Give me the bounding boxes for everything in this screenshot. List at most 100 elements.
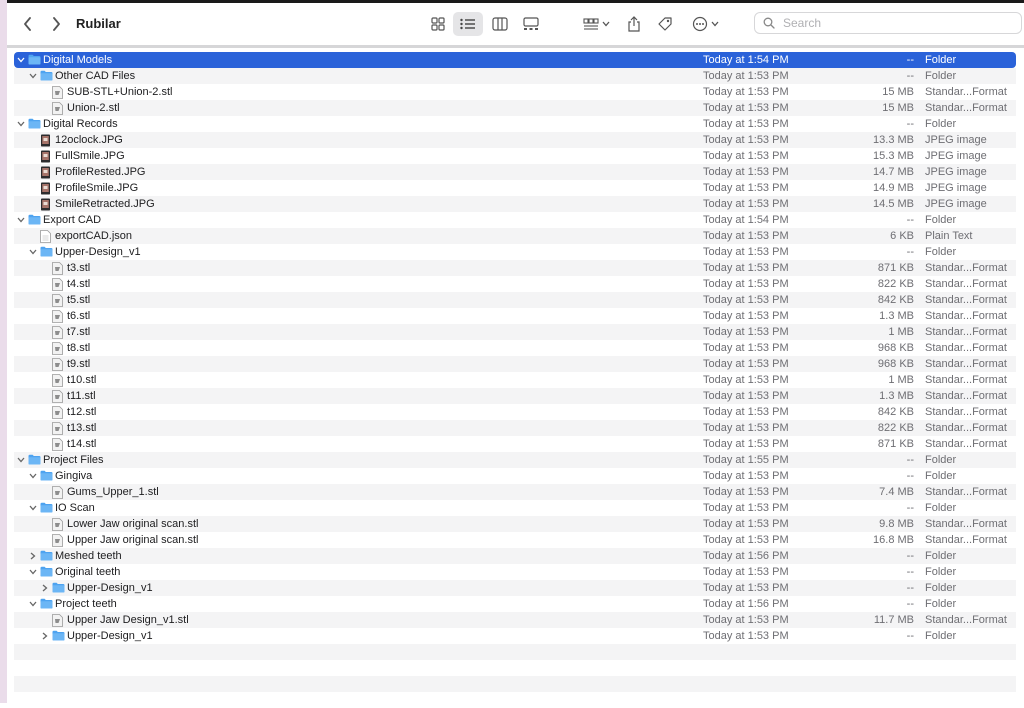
image-icon — [40, 198, 52, 211]
file-kind: Standar...Format — [925, 486, 1007, 498]
file-row-t9-stl[interactable]: t9.stl Today at 1:53 PM 968 KB Standar...Fo… — [14, 356, 1016, 372]
toolbar-divider — [7, 45, 1024, 48]
file-row-upper-design-v1[interactable]: Upper-Design_v1 Today at 1:53 PM -- Folder — [14, 244, 1016, 260]
columns-icon — [492, 17, 508, 31]
icon-view-button[interactable] — [426, 12, 450, 36]
file-row-lower-jaw-original-scan-stl[interactable]: Lower Jaw original scan.stl Today at 1:53… — [14, 516, 1016, 532]
file-name: Lower Jaw original scan.stl — [67, 518, 199, 530]
file-name: 12oclock.JPG — [55, 134, 123, 146]
file-name: t13.stl — [67, 422, 97, 434]
file-row-export-cad[interactable]: Export CAD Today at 1:54 PM -- Folder — [14, 212, 1016, 228]
file-row-meshed-teeth[interactable]: Meshed teeth Today at 1:56 PM -- Folder — [14, 548, 1016, 564]
file-row-upper-design-v1[interactable]: Upper-Design_v1 Today at 1:53 PM -- Folder — [14, 628, 1016, 644]
file-row-t8-stl[interactable]: t8.stl Today at 1:53 PM 968 KB Standar...Fo… — [14, 340, 1016, 356]
disclosure-triangle[interactable] — [27, 596, 39, 612]
file-row-original-teeth[interactable]: Original teeth Today at 1:53 PM -- Folder — [14, 564, 1016, 580]
file-row-t6-stl[interactable]: t6.stl Today at 1:53 PM 1.3 MB Standar...Fo… — [14, 308, 1016, 324]
file-row-profilesmile-jpg[interactable]: ProfileSmile.JPG Today at 1:53 PM 14.9 MB J… — [14, 180, 1016, 196]
file-name: Project Files — [43, 454, 104, 466]
disclosure-triangle[interactable] — [39, 628, 51, 644]
date-modified: Today at 1:53 PM — [703, 614, 789, 626]
tags-button[interactable] — [655, 12, 675, 36]
disclosure-triangle[interactable] — [27, 548, 39, 564]
disclosure-triangle[interactable] — [15, 52, 27, 68]
stl-file-icon — [52, 534, 64, 547]
date-modified: Today at 1:53 PM — [703, 134, 789, 146]
file-row-union-2-stl[interactable]: Union-2.stl Today at 1:53 PM 15 MB Standar.… — [14, 100, 1016, 116]
disclosure-triangle[interactable] — [27, 500, 39, 516]
file-row-digital-models[interactable]: Digital Models Today at 1:54 PM -- Folder — [14, 52, 1016, 68]
disclosure-triangle[interactable] — [15, 212, 27, 228]
file-row-io-scan[interactable]: IO Scan Today at 1:53 PM -- Folder — [14, 500, 1016, 516]
window-title: Rubilar — [76, 16, 121, 31]
file-row-t12-stl[interactable]: t12.stl Today at 1:53 PM 842 KB Standar...F… — [14, 404, 1016, 420]
back-button[interactable] — [17, 13, 39, 35]
file-size: 16.8 MB — [873, 534, 914, 546]
text-file-icon — [40, 230, 52, 243]
file-size: -- — [906, 54, 914, 66]
file-size: -- — [906, 630, 914, 642]
share-button[interactable] — [624, 12, 644, 36]
file-row-t4-stl[interactable]: t4.stl Today at 1:53 PM 822 KB Standar...Fo… — [14, 276, 1016, 292]
file-row-profilerested-jpg[interactable]: ProfileRested.JPG Today at 1:53 PM 14.7 MB… — [14, 164, 1016, 180]
file-row-project-teeth[interactable]: Project teeth Today at 1:56 PM -- Folder — [14, 596, 1016, 612]
disclosure-triangle[interactable] — [27, 564, 39, 580]
file-name: Digital Records — [43, 118, 118, 130]
date-modified: Today at 1:53 PM — [703, 342, 789, 354]
file-row-other-cad-files[interactable]: Other CAD Files Today at 1:53 PM -- Folder — [14, 68, 1016, 84]
file-row-upper-jaw-design-v1-stl[interactable]: Upper Jaw Design_v1.stl Today at 1:53 PM 1… — [14, 612, 1016, 628]
file-kind: Folder — [925, 470, 957, 482]
forward-button[interactable] — [45, 13, 67, 35]
file-row-upper-jaw-original-scan-stl[interactable]: Upper Jaw original scan.stl Today at 1:53… — [14, 532, 1016, 548]
file-row-upper-design-v1[interactable]: Upper-Design_v1 Today at 1:53 PM -- Folder — [14, 580, 1016, 596]
file-name: Upper-Design_v1 — [67, 630, 153, 642]
file-row-smileretracted-jpg[interactable]: SmileRetracted.JPG Today at 1:53 PM 14.5 M… — [14, 196, 1016, 212]
column-view-button[interactable] — [488, 12, 512, 36]
file-row-t13-stl[interactable]: t13.stl Today at 1:53 PM 822 KB Standar...F… — [14, 420, 1016, 436]
file-name: t11.stl — [67, 390, 96, 402]
disclosure-triangle[interactable] — [15, 116, 27, 132]
file-row-t10-stl[interactable]: t10.stl Today at 1:53 PM 1 MB Standar...For… — [14, 372, 1016, 388]
disclosure-triangle[interactable] — [27, 468, 39, 484]
disclosure-triangle[interactable] — [39, 580, 51, 596]
file-row-digital-records[interactable]: Digital Records Today at 1:53 PM -- Folder — [14, 116, 1016, 132]
file-name: SmileRetracted.JPG — [55, 198, 155, 210]
disclosure-triangle[interactable] — [27, 244, 39, 260]
file-row-exportcad-json[interactable]: exportCAD.json Today at 1:53 PM 6 KB Plain … — [14, 228, 1016, 244]
file-row-t5-stl[interactable]: t5.stl Today at 1:53 PM 842 KB Standar...Fo… — [14, 292, 1016, 308]
list-view-button[interactable] — [453, 12, 483, 36]
date-modified: Today at 1:53 PM — [703, 534, 789, 546]
disclosure-triangle[interactable] — [27, 68, 39, 84]
file-kind: Standar...Format — [925, 374, 1007, 386]
file-kind: Folder — [925, 118, 957, 130]
file-name: exportCAD.json — [55, 230, 133, 242]
date-modified: Today at 1:53 PM — [703, 358, 789, 370]
group-by-button[interactable] — [579, 12, 613, 36]
file-kind: JPEG image — [925, 166, 987, 178]
file-row-gingiva[interactable]: Gingiva Today at 1:53 PM -- Folder — [14, 468, 1016, 484]
chevron-down-icon — [29, 505, 37, 511]
stl-file-icon — [52, 422, 64, 435]
file-row-t11-stl[interactable]: t11.stl Today at 1:53 PM 1.3 MB Standar...F… — [14, 388, 1016, 404]
more-actions-button[interactable] — [690, 12, 720, 36]
folder-icon — [40, 550, 53, 562]
file-row-sub-stl-union-2-stl[interactable]: SUB-STL+Union-2.stl Today at 1:53 PM 15 MB… — [14, 84, 1016, 100]
stl-file-icon — [52, 262, 64, 275]
file-row-gums-upper-1-stl[interactable]: Gums_Upper_1.stl Today at 1:53 PM 7.4 MB St… — [14, 484, 1016, 500]
empty-row — [14, 644, 1016, 660]
file-row-fullsmile-jpg[interactable]: FullSmile.JPG Today at 1:53 PM 15.3 MB JPEG… — [14, 148, 1016, 164]
file-row-project-files[interactable]: Project Files Today at 1:55 PM -- Folder — [14, 452, 1016, 468]
file-row-t3-stl[interactable]: t3.stl Today at 1:53 PM 871 KB Standar...Fo… — [14, 260, 1016, 276]
search-field[interactable] — [754, 12, 1022, 34]
file-row-t7-stl[interactable]: t7.stl Today at 1:53 PM 1 MB Standar...Form… — [14, 324, 1016, 340]
search-input[interactable] — [781, 15, 1005, 31]
file-row-12oclock-jpg[interactable]: 12oclock.JPG Today at 1:53 PM 13.3 MB JPEG … — [14, 132, 1016, 148]
gallery-view-button[interactable] — [519, 12, 543, 36]
file-kind: Folder — [925, 214, 957, 226]
file-name: Gingiva — [55, 470, 93, 482]
disclosure-triangle[interactable] — [15, 452, 27, 468]
file-size: 7.4 MB — [879, 486, 914, 498]
stl-file-icon — [52, 374, 64, 387]
file-row-t14-stl[interactable]: t14.stl Today at 1:53 PM 871 KB Standar...F… — [14, 436, 1016, 452]
file-size: -- — [906, 582, 914, 594]
